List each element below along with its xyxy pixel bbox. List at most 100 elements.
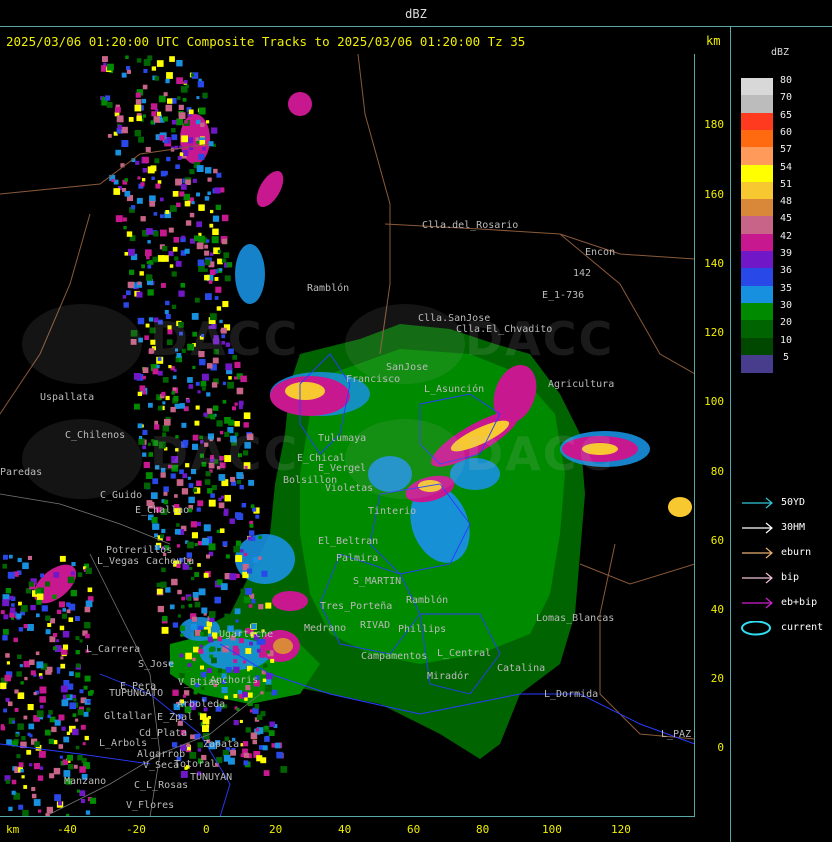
- place-label: Potrerillos: [106, 545, 173, 556]
- place-label: Agricultura: [548, 379, 615, 390]
- legend-level-label: 45: [779, 213, 793, 225]
- km-unit-bottom: km: [6, 823, 20, 836]
- place-label: S_Jose: [138, 659, 175, 670]
- track-label: 50YD: [781, 497, 806, 508]
- legend-swatch: [741, 181, 773, 200]
- place-label: Clla.del_Rosario: [422, 220, 519, 231]
- place-label: Gltallar: [104, 711, 153, 722]
- boundary-line: [219, 643, 695, 745]
- y-tick-label: 80: [710, 465, 724, 478]
- place-label: Catalina: [497, 663, 546, 674]
- x-tick-label: -20: [126, 823, 146, 836]
- place-label: Manzano: [64, 776, 107, 787]
- y-tick-label: 180: [704, 118, 724, 131]
- track-label: current: [781, 622, 824, 633]
- y-tick-label: 40: [710, 603, 724, 616]
- place-label: Clla.El_Chvadito: [456, 324, 553, 335]
- y-tick-label: 0: [717, 741, 724, 754]
- x-tick-label: 40: [338, 823, 352, 836]
- x-tick-label: 0: [203, 823, 210, 836]
- x-tick-label: 100: [542, 823, 562, 836]
- composite-header: 2025/03/06 01:20:00 UTC Composite Tracks…: [6, 34, 526, 49]
- place-label: Ramblón: [307, 283, 350, 294]
- place-label: L_Central: [437, 648, 492, 659]
- place-label: Tinterio: [368, 506, 417, 517]
- x-tick-label: 80: [476, 823, 490, 836]
- arrow-icon: [742, 597, 773, 609]
- radar-map[interactable]: DACC DACC DACC DACC Clla.del_Rosario Enc…: [0, 54, 695, 817]
- dacc-logo-watermark: [22, 304, 142, 384]
- arrow-icon: [742, 497, 773, 509]
- boundary-line: [599, 543, 695, 740]
- place-label: Anchoris: [210, 675, 259, 686]
- place-label: Medrano: [304, 623, 347, 634]
- legend-level-label: 60: [779, 126, 793, 138]
- legend-swatch: [741, 251, 773, 269]
- dacc-watermark: DACC: [150, 427, 300, 481]
- legend-level-label: 42: [779, 230, 793, 242]
- legend-level-label: 35: [779, 282, 793, 294]
- place-label: C_L_Rosas: [134, 780, 189, 791]
- place-label: Uspallata: [40, 392, 95, 403]
- legend-level-label: 51: [779, 178, 793, 190]
- place-label: Cacheuta: [146, 556, 195, 567]
- place-label: Campamentos: [361, 651, 428, 662]
- place-label: El_Beltran: [318, 536, 379, 547]
- place-label: Ugarteche: [219, 629, 274, 640]
- boundary-line: [0, 493, 171, 545]
- place-label: L_PAZ: [661, 729, 692, 740]
- place-label: Palmira: [336, 553, 379, 564]
- legend-swatch: [741, 216, 773, 235]
- legend-level-label: 65: [779, 109, 793, 121]
- km-unit-top: km: [706, 34, 721, 48]
- place-label: L_Arbols: [99, 738, 148, 749]
- place-label: Ramblón: [406, 595, 449, 606]
- legend-swatch: [741, 354, 773, 373]
- place-label: C_Chilenos: [65, 430, 126, 441]
- y-tick-label: 60: [710, 534, 724, 547]
- place-label: L_Dormida: [544, 689, 599, 700]
- legend-swatch: [741, 95, 773, 114]
- place-label: Tres_Porteña: [320, 601, 393, 612]
- place-label: 142: [573, 268, 592, 279]
- legend-level-label: 10: [779, 334, 793, 346]
- y-tick-label: 100: [704, 395, 724, 408]
- legend-level-label: 48: [779, 196, 793, 208]
- place-label: TUPUNGATO: [109, 688, 164, 699]
- place-label: SanJose: [386, 362, 429, 373]
- legend-level-label: 57: [779, 144, 793, 156]
- legend-swatch: [741, 285, 773, 304]
- place-label: L_Vegas: [97, 556, 140, 567]
- place-label: Clla.SanJose: [418, 313, 491, 324]
- legend-swatch: [741, 147, 773, 165]
- legend-level-label: 70: [779, 92, 793, 104]
- legend-swatch: [741, 129, 773, 148]
- arrow-icon: [742, 547, 773, 559]
- place-label: L_Carrera: [86, 644, 141, 655]
- divider: [730, 27, 731, 842]
- legend-level-label: 54: [779, 161, 793, 173]
- legend-level-label: 30: [779, 299, 793, 311]
- place-label: Francisco: [346, 374, 401, 385]
- place-label: Violetas: [325, 483, 374, 494]
- ellipse-icon: [741, 621, 771, 636]
- legend-swatch: [741, 268, 773, 287]
- place-label: Paredas: [0, 467, 43, 478]
- y-tick-label: 20: [710, 672, 724, 685]
- place-label: RIVAD: [360, 620, 391, 631]
- arrow-icon: [742, 572, 773, 584]
- y-tick-label: 140: [704, 257, 724, 270]
- legend-level-label: 36: [779, 265, 793, 277]
- place-label: L_Asunción: [424, 384, 485, 395]
- place-label: S_MARTIN: [353, 576, 402, 587]
- legend-level-label: 80: [779, 75, 793, 86]
- y-tick-label: 120: [704, 326, 724, 339]
- place-label: E_Challao: [135, 505, 190, 516]
- track-label: 30HM: [781, 522, 806, 533]
- legend-swatch: [741, 199, 773, 217]
- legend-swatch: [741, 337, 773, 356]
- legend-swatch: [741, 320, 773, 338]
- place-label: Lomas_Blancas: [536, 613, 615, 624]
- dacc-watermark: DACC: [465, 427, 615, 481]
- track-label: eb+bip: [781, 597, 818, 608]
